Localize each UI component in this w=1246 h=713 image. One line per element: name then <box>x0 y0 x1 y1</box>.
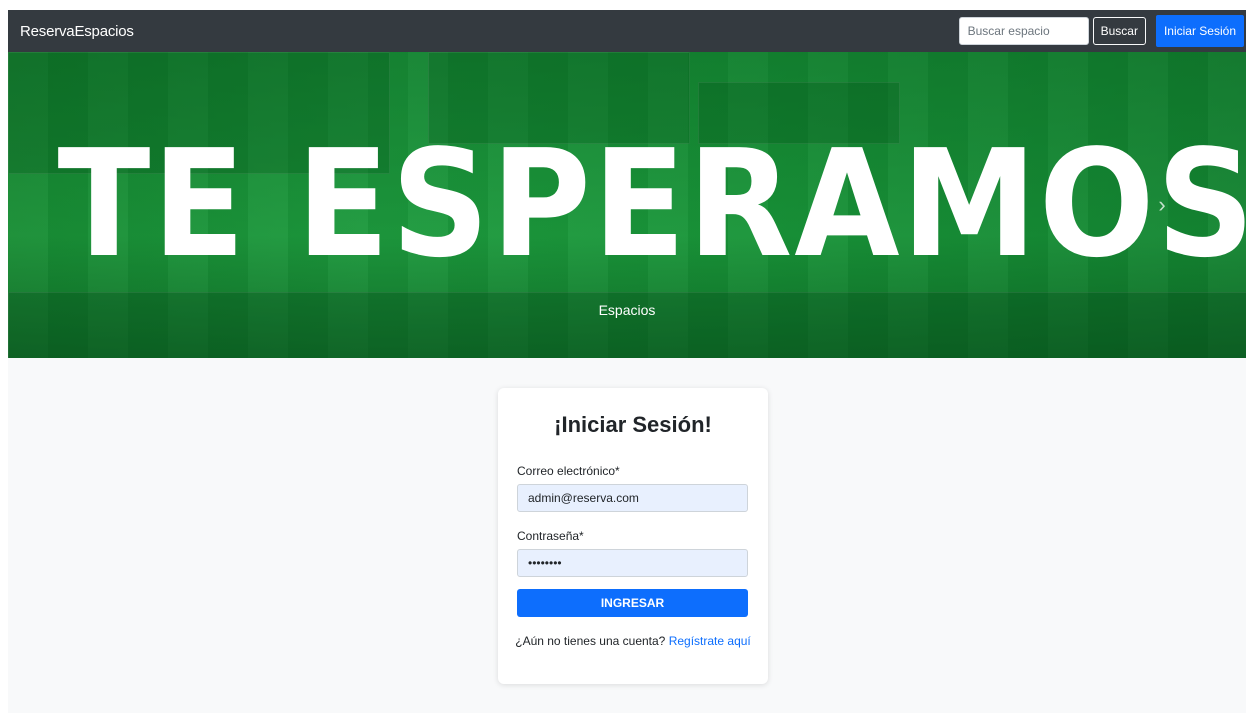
search-button[interactable]: Buscar <box>1092 17 1146 45</box>
main-content: ¡Iniciar Sesión! Correo electrónico* Con… <box>8 358 1246 713</box>
navbar-right: Buscar Iniciar Sesión <box>958 10 1246 52</box>
register-link[interactable]: Regístrate aquí <box>669 634 751 648</box>
login-card: ¡Iniciar Sesión! Correo electrónico* Con… <box>498 388 768 684</box>
login-title: ¡Iniciar Sesión! <box>554 412 712 437</box>
carousel-prev-icon[interactable]: ‹ <box>94 192 114 218</box>
page: ReservaEspacios Buscar Iniciar Sesión TE… <box>0 0 1246 713</box>
email-field[interactable] <box>517 484 748 512</box>
email-label: Correo electrónico* <box>517 464 620 478</box>
register-prompt-line: ¿Aún no tienes una cuenta? Regístrate aq… <box>498 634 768 648</box>
hero-carousel: TE ESPERAMOS Espacios ‹ › <box>8 52 1246 358</box>
search-input[interactable] <box>958 17 1089 45</box>
submit-login-button[interactable]: INGRESAR <box>517 589 748 617</box>
password-field[interactable] <box>517 549 748 577</box>
password-label: Contraseña* <box>517 529 584 543</box>
hero-caption: Espacios <box>598 302 656 318</box>
top-strip <box>0 0 1246 10</box>
login-nav-button[interactable]: Iniciar Sesión <box>1155 15 1244 47</box>
register-prompt-text: ¿Aún no tienes una cuenta? <box>515 634 666 648</box>
brand-logo[interactable]: ReservaEspacios <box>20 23 134 40</box>
carousel-next-icon[interactable]: › <box>1152 192 1172 218</box>
navbar: ReservaEspacios Buscar Iniciar Sesión <box>8 10 1246 52</box>
hero-title: TE ESPERAMOS <box>57 118 1246 290</box>
